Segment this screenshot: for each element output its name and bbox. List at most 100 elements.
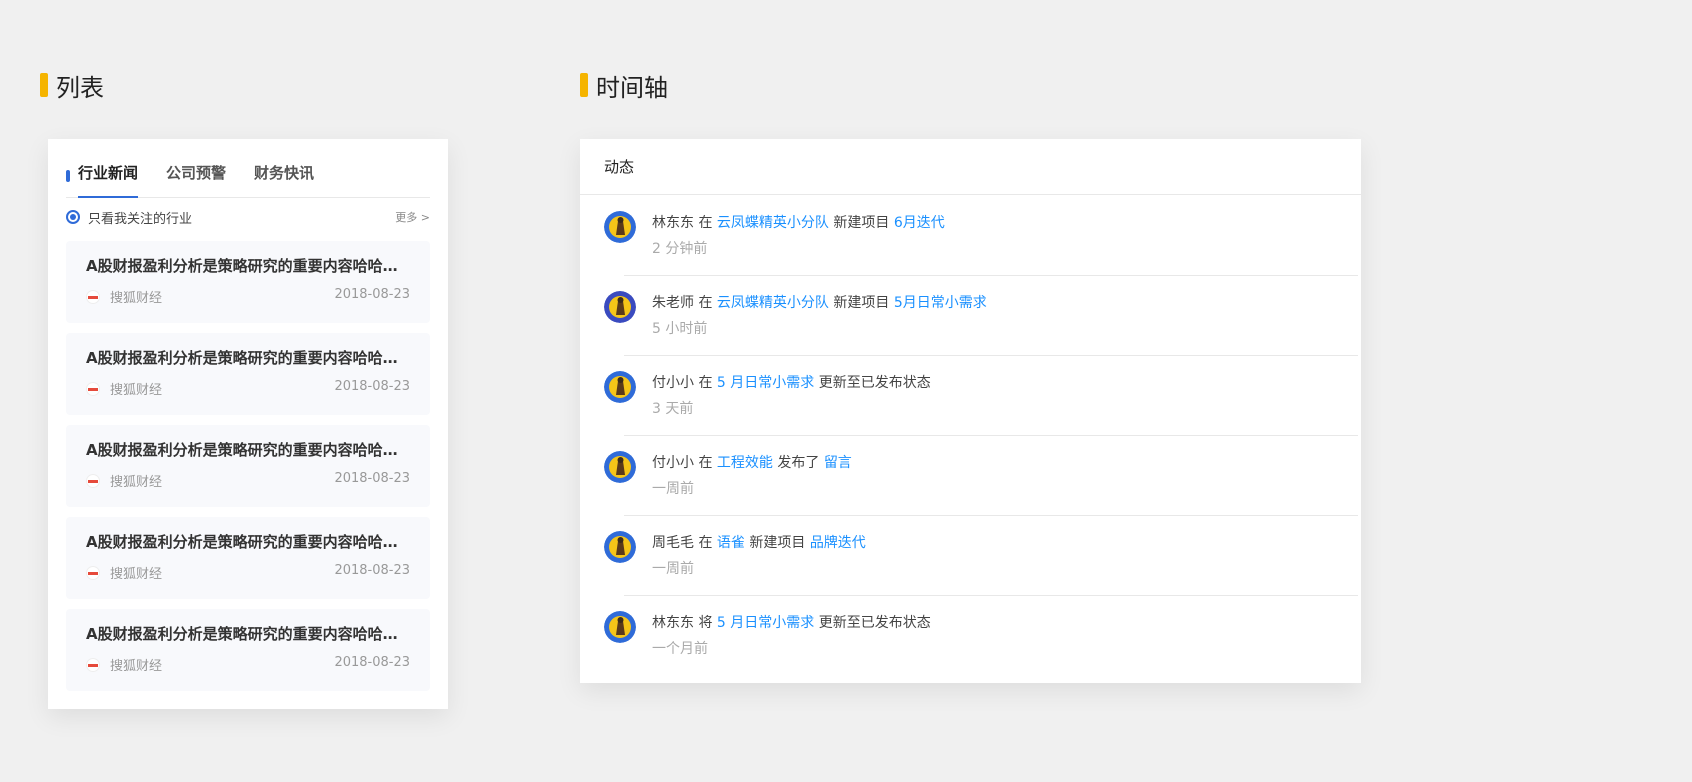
timeline-verb: 在 [698,455,713,471]
list-item[interactable]: A股财报盈利分析是策略研究的重要内容哈哈哈哈 搜狐财经 2018-08-23 [66,333,430,415]
timeline-time: 一周前 [652,561,694,577]
timeline-target-link[interactable]: 工程效能 [717,455,773,471]
timeline-section-title: 时间轴 [580,71,668,102]
tab-company-alerts[interactable]: 公司预警 [166,153,226,197]
title-marker [580,73,588,97]
news-title: A股财报盈利分析是策略研究的重要内容哈哈哈哈 [86,441,406,459]
source-name: 搜狐财经 [110,291,163,306]
timeline-header: 动态 [580,139,1361,195]
timeline-item-text: 付小小 在 工程效能 发布了 留言 [652,452,852,472]
tab-finance-flash[interactable]: 财务快讯 [254,153,314,197]
news-date: 2018-08-23 [334,379,410,394]
timeline-object-link[interactable]: 5月日常小需求 [894,295,987,311]
news-title: A股财报盈利分析是策略研究的重要内容哈哈哈哈 [86,625,406,643]
news-date: 2018-08-23 [334,655,410,670]
avatar[interactable] [604,611,636,643]
timeline-user: 付小小 [652,455,694,471]
news-title: A股财报盈利分析是策略研究的重要内容哈哈哈哈 [86,257,406,275]
timeline-action: 新建项目 [749,535,806,551]
list-item[interactable]: A股财报盈利分析是策略研究的重要内容哈哈哈哈 搜狐财经 2018-08-23 [66,425,430,507]
avatar[interactable] [604,531,636,563]
timeline-target-link[interactable]: 5 月日常小需求 [717,375,814,391]
timeline-list: 林东东 在 云凤蝶精英小分队 新建项目 6月迭代 2 分钟前朱老师 在 云凤蝶精英… [580,195,1361,675]
list-section-title: 列表 [40,71,104,102]
avatar[interactable] [604,451,636,483]
sohu-logo-icon [86,565,100,580]
timeline-time: 一周前 [652,481,694,497]
timeline-time: 3 天前 [652,401,694,417]
news-source: 搜狐财经 [86,655,162,674]
sohu-logo-icon [86,289,100,304]
timeline-object-link[interactable]: 留言 [824,455,852,471]
timeline-item-text: 朱老师 在 云凤蝶精英小分队 新建项目 5月日常小需求 [652,292,987,312]
activity-timeline-card: 动态 林东东 在 云凤蝶精英小分队 新建项目 6月迭代 2 分钟前朱老师 在 云凤… [580,139,1361,683]
list-item[interactable]: A股财报盈利分析是策略研究的重要内容哈哈哈哈 搜狐财经 2018-08-23 [66,241,430,323]
filter-label: 只看我关注的行业 [88,211,193,227]
timeline-object-link[interactable]: 品牌迭代 [810,535,866,551]
timeline-header-title: 动态 [604,158,635,176]
sohu-logo-icon [86,473,100,488]
news-title: A股财报盈利分析是策略研究的重要内容哈哈哈哈 [86,349,406,367]
timeline-user: 朱老师 [652,295,694,311]
timeline-target-link[interactable]: 5 月日常小需求 [717,615,814,631]
news-source: 搜狐财经 [86,379,162,398]
filter-row: 只看我关注的行业 更多 > [66,205,430,229]
news-list-card: 行业新闻 公司预警 财务快讯 只看我关注的行业 更多 > A股财报盈利分析是策略… [48,139,448,709]
timeline-object-link[interactable]: 6月迭代 [894,215,945,231]
timeline-time: 5 小时前 [652,321,708,337]
source-name: 搜狐财经 [110,475,163,490]
timeline-user: 付小小 [652,375,694,391]
timeline-section-title-text: 时间轴 [596,73,668,102]
timeline-verb: 将 [698,615,713,631]
sohu-logo-icon [86,381,100,396]
timeline-user: 林东东 [652,615,694,631]
timeline-user: 林东东 [652,215,694,231]
timeline-time: 2 分钟前 [652,241,708,257]
tab-indicator [66,170,70,182]
timeline-time: 一个月前 [652,641,708,657]
timeline-verb: 在 [698,215,713,231]
timeline-item: 付小小 在 5 月日常小需求 更新至已发布状态 3 天前 [604,355,1358,435]
list-section-title-text: 列表 [56,73,104,102]
timeline-item: 周毛毛 在 语雀 新建项目 品牌迭代一周前 [604,515,1358,595]
news-source: 搜狐财经 [86,563,162,582]
timeline-action: 新建项目 [833,215,890,231]
timeline-target-link[interactable]: 云凤蝶精英小分队 [717,215,829,231]
timeline-target-link[interactable]: 语雀 [717,535,745,551]
news-date: 2018-08-23 [334,563,410,578]
timeline-verb: 在 [698,295,713,311]
timeline-item: 林东东 在 云凤蝶精英小分队 新建项目 6月迭代 2 分钟前 [604,195,1358,275]
avatar[interactable] [604,211,636,243]
tab-industry-news[interactable]: 行业新闻 [78,153,139,198]
more-link[interactable]: 更多 > [395,209,430,225]
followed-industry-filter[interactable]: 只看我关注的行业 [66,208,192,227]
timeline-action: 新建项目 [833,295,890,311]
news-source: 搜狐财经 [86,471,162,490]
list-item[interactable]: A股财报盈利分析是策略研究的重要内容哈哈哈哈 搜狐财经 2018-08-23 [66,517,430,599]
timeline-item-text: 林东东 在 云凤蝶精英小分队 新建项目 6月迭代 [652,212,945,232]
timeline-action: 发布了 [777,455,820,471]
source-name: 搜狐财经 [110,659,163,674]
timeline-item-text: 周毛毛 在 语雀 新建项目 品牌迭代 [652,532,866,552]
sohu-logo-icon [86,657,100,672]
timeline-item-text: 付小小 在 5 月日常小需求 更新至已发布状态 [652,372,931,392]
news-list: A股财报盈利分析是策略研究的重要内容哈哈哈哈 搜狐财经 2018-08-23 A… [66,241,430,701]
timeline-verb: 在 [698,535,713,551]
timeline-user: 周毛毛 [652,535,694,551]
news-title: A股财报盈利分析是策略研究的重要内容哈哈哈哈 [86,533,406,551]
avatar[interactable] [604,291,636,323]
news-date: 2018-08-23 [334,287,410,302]
timeline-target-link[interactable]: 云凤蝶精英小分队 [717,295,829,311]
news-source: 搜狐财经 [86,287,162,306]
timeline-action: 更新至已发布状态 [818,615,931,631]
avatar[interactable] [604,371,636,403]
timeline-verb: 在 [698,375,713,391]
timeline-action: 更新至已发布状态 [818,375,931,391]
list-item[interactable]: A股财报盈利分析是策略研究的重要内容哈哈哈哈 搜狐财经 2018-08-23 [66,609,430,691]
source-name: 搜狐财经 [110,383,163,398]
timeline-item: 朱老师 在 云凤蝶精英小分队 新建项目 5月日常小需求 5 小时前 [604,275,1358,355]
radio-icon[interactable] [66,210,80,224]
news-tabs: 行业新闻 公司预警 财务快讯 [66,153,430,198]
news-date: 2018-08-23 [334,471,410,486]
timeline-item: 林东东 将 5 月日常小需求 更新至已发布状态 一个月前 [604,595,1358,675]
